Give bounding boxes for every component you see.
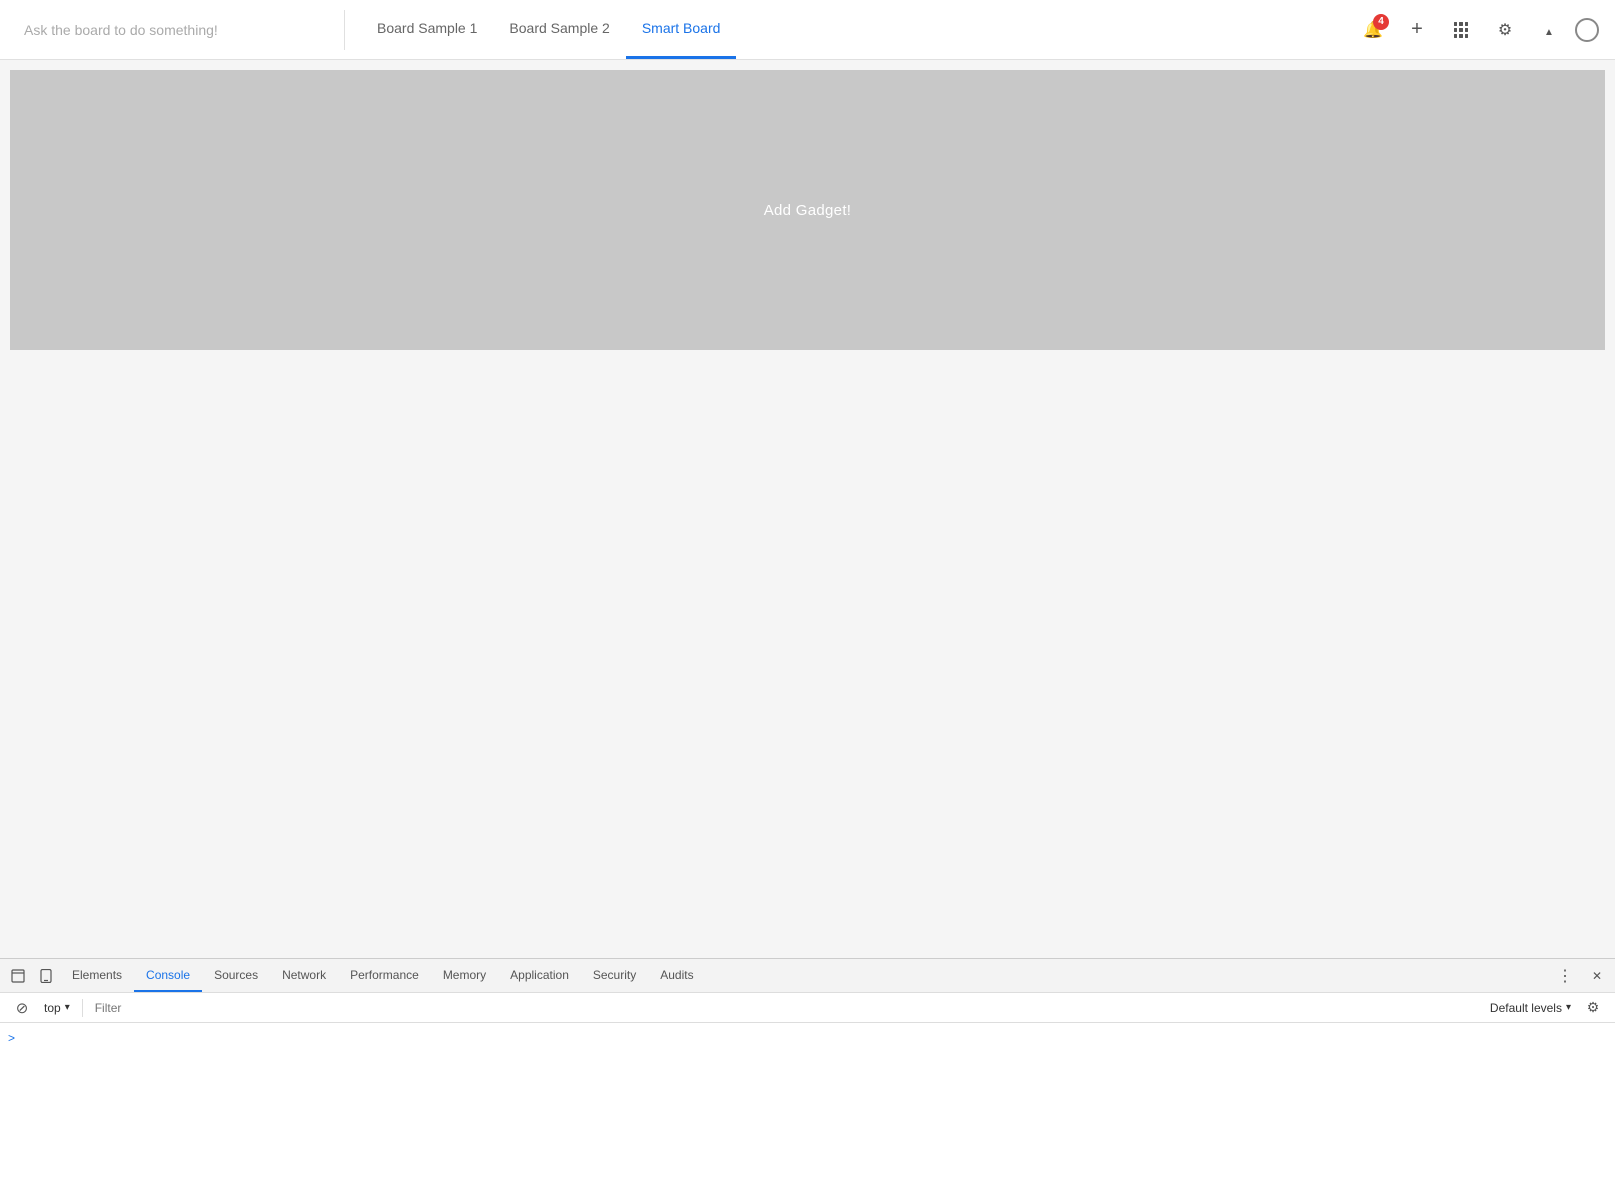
devtools-tab-application[interactable]: Application xyxy=(498,959,581,992)
levels-chevron-icon: ▾ xyxy=(1566,1002,1571,1013)
tab-board-sample-2[interactable]: Board Sample 2 xyxy=(493,0,625,59)
devtools-kebab-menu[interactable]: ⋮ xyxy=(1551,962,1579,990)
header: Ask the board to do something! Board Sam… xyxy=(0,0,1615,60)
devtools-tab-sources[interactable]: Sources xyxy=(202,959,270,992)
devtools-settings-icon[interactable]: ⚙ xyxy=(1579,994,1607,1022)
devtools-device-icon[interactable] xyxy=(32,962,60,990)
tab-board-sample-1[interactable]: Board Sample 1 xyxy=(361,0,493,59)
notification-button[interactable]: 4 xyxy=(1355,12,1391,48)
header-actions: 4 xyxy=(1355,12,1599,48)
tabs-container: Board Sample 1 Board Sample 2 Smart Boar… xyxy=(353,0,1355,59)
devtools-inspect-icon[interactable] xyxy=(4,962,32,990)
gear-icon xyxy=(1498,19,1512,40)
gadget-label: Add Gadget! xyxy=(764,202,852,219)
add-button[interactable] xyxy=(1399,12,1435,48)
devtools-tabs: Elements Console Sources Network Perform… xyxy=(0,959,1615,993)
toolbar-divider xyxy=(82,999,83,1017)
devtools-tab-audits[interactable]: Audits xyxy=(648,959,705,992)
devtools-close-button[interactable]: ✕ xyxy=(1583,962,1611,990)
grid-button[interactable] xyxy=(1443,12,1479,48)
cursor-indicator xyxy=(1575,18,1599,42)
header-divider xyxy=(344,10,345,50)
gadget-area[interactable]: Add Gadget! xyxy=(10,70,1605,350)
plus-icon xyxy=(1411,18,1423,41)
devtools-tab-actions: ⋮ ✕ xyxy=(1551,962,1611,990)
console-prompt[interactable]: > xyxy=(8,1027,1607,1049)
levels-selector[interactable]: Default levels ▾ xyxy=(1486,999,1575,1017)
content-empty-area xyxy=(0,350,1615,720)
context-selector[interactable]: top ▾ xyxy=(40,999,74,1017)
tab-smart-board[interactable]: Smart Board xyxy=(626,0,737,59)
notification-badge: 4 xyxy=(1373,14,1389,30)
devtools-toolbar: ⊘ top ▾ Default levels ▾ ⚙ xyxy=(0,993,1615,1023)
devtools-tab-console[interactable]: Console xyxy=(134,959,202,992)
devtools-console[interactable]: > xyxy=(0,1023,1615,1193)
settings-button[interactable] xyxy=(1487,12,1523,48)
grid-icon xyxy=(1454,22,1468,38)
devtools-panel: Elements Console Sources Network Perform… xyxy=(0,958,1615,1193)
main-content: Add Gadget! xyxy=(0,70,1615,720)
collapse-button[interactable] xyxy=(1531,12,1567,48)
console-filter-input[interactable] xyxy=(91,999,1482,1017)
devtools-tab-performance[interactable]: Performance xyxy=(338,959,431,992)
devtools-ban-icon[interactable]: ⊘ xyxy=(8,994,36,1022)
devtools-tab-network[interactable]: Network xyxy=(270,959,338,992)
ask-placeholder[interactable]: Ask the board to do something! xyxy=(16,22,336,38)
context-chevron-icon: ▾ xyxy=(65,1002,70,1013)
chevron-up-icon xyxy=(1544,19,1554,40)
devtools-tab-memory[interactable]: Memory xyxy=(431,959,498,992)
devtools-tab-elements[interactable]: Elements xyxy=(60,959,134,992)
devtools-tab-security[interactable]: Security xyxy=(581,959,648,992)
